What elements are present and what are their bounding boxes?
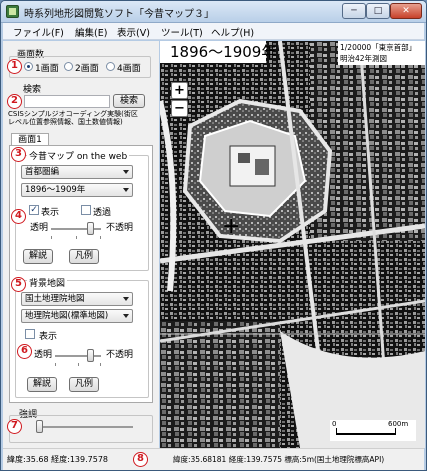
radio-2-screens-label: 2画面 [75, 64, 99, 74]
map-scale-info: 1/20000「東京首部」 [340, 43, 417, 52]
marker-1: 1 [7, 59, 22, 74]
zoom-in-button[interactable]: + [171, 82, 188, 99]
search-note-line2: レベル位置参照情報、国土数値情報) [8, 118, 123, 126]
crosshair-icon: + [222, 214, 241, 239]
search-button[interactable]: 検索 [113, 94, 145, 108]
web-show-checkbox[interactable]: ✓ [29, 205, 39, 215]
marker-2: 2 [7, 94, 22, 109]
emphasis-slider[interactable] [36, 420, 43, 433]
scale-bar: 0 600m [330, 420, 416, 441]
tick [78, 363, 79, 366]
minimize-button[interactable]: ─ [342, 3, 366, 19]
search-label: 検索 [23, 85, 42, 95]
web-transparent-checkbox[interactable] [81, 205, 91, 215]
zoom-out-button[interactable]: − [171, 100, 188, 117]
marker-3: 3 [11, 147, 26, 162]
tick [100, 236, 101, 239]
control-panel: 画面数 1 1画面 2画面 4画面 検索 2 検索 CSISシンプルジオコーディ… [3, 41, 159, 448]
bg-legend-button[interactable]: 解説 [27, 377, 57, 392]
map-image [160, 41, 425, 448]
region-select-value: 首都圏編 [25, 167, 60, 177]
web-opacity-slider[interactable] [87, 222, 94, 235]
window-title: 時系列地形図閲覧ソフト「今昔マップ３」 [24, 9, 214, 20]
chevron-down-icon [123, 297, 129, 301]
radio-1-screen[interactable] [24, 62, 33, 71]
tick [55, 363, 56, 366]
radio-1-screen-label: 1画面 [35, 64, 59, 74]
bg-transparent-text: 透明 [34, 350, 53, 360]
bg-opacity-slider[interactable] [87, 349, 94, 362]
app-icon [6, 5, 19, 18]
bg-layer-value: 地理院地図(標準地図) [25, 311, 109, 321]
period-select-value: 1896〜1909年 [25, 185, 86, 195]
status-bar: 緯度:35.68 経度:139.7578 8 緯度:35.68181 経度:13… [3, 448, 424, 470]
tick [51, 236, 52, 239]
web-example-button[interactable]: 凡例 [69, 249, 99, 264]
scale-end: 600m [388, 420, 409, 428]
bg-source-value: 国土地理院地図 [25, 294, 85, 304]
map-info-box: 1/20000「東京首部」 明治42年測図 [338, 41, 425, 65]
map-view[interactable]: 1896〜1909年 1/20000「東京首部」 明治42年測図 + − + 0… [160, 41, 425, 448]
maximize-button[interactable]: □ [366, 3, 390, 19]
web-opaque-text: 不透明 [106, 223, 134, 233]
period-select[interactable]: 1896〜1909年 [21, 183, 133, 197]
web-transparent-label: 透過 [93, 208, 112, 218]
radio-4-screens[interactable] [106, 62, 115, 71]
scale-line [336, 433, 396, 435]
app-window: 時系列地形図閲覧ソフト「今昔マップ３」 ─ □ ✕ ファイル(F) 編集(E) … [0, 0, 427, 471]
status-right: 緯度:35.68181 経度:139.7575 標高:5m(国土地理院標高API… [173, 455, 385, 464]
chevron-down-icon [123, 188, 129, 192]
region-select[interactable]: 首都圏編 [21, 165, 133, 179]
status-left: 緯度:35.68 経度:139.7578 [7, 455, 109, 464]
menu-help[interactable]: ヘルプ(H) [211, 25, 254, 39]
tick [100, 363, 101, 366]
scale-start: 0 [332, 420, 337, 428]
bg-opaque-text: 不透明 [106, 350, 134, 360]
chevron-down-icon [123, 170, 129, 174]
web-legend-button[interactable]: 解説 [23, 249, 53, 264]
title-bar[interactable]: 時系列地形図閲覧ソフト「今昔マップ３」 ─ □ ✕ [1, 1, 426, 23]
menu-tools[interactable]: ツール(T) [161, 25, 203, 39]
close-button[interactable]: ✕ [390, 3, 422, 19]
chevron-down-icon [123, 314, 129, 318]
tick [76, 236, 77, 239]
scale-tick [395, 428, 396, 434]
marker-7: 7 [7, 419, 22, 434]
marker-5: 5 [11, 277, 26, 292]
bg-opacity-track [55, 355, 101, 357]
web-transparent-text: 透明 [30, 223, 49, 233]
menu-file[interactable]: ファイル(F) [13, 25, 64, 39]
bg-show-label: 表示 [39, 332, 58, 342]
web-map-label: 今昔マップ on the web [27, 149, 130, 162]
scale-tick [336, 428, 337, 434]
menu-view[interactable]: 表示(V) [117, 25, 150, 39]
search-input[interactable] [24, 95, 110, 108]
menu-edit[interactable]: 編集(E) [75, 25, 107, 39]
map-period-title: 1896〜1909年 [160, 41, 276, 63]
map-survey-info: 明治42年測図 [340, 54, 388, 63]
bg-layer-select[interactable]: 地理院地図(標準地図) [21, 309, 133, 323]
marker-8: 8 [133, 452, 148, 467]
background-map-label: 背景地図 [27, 276, 68, 289]
bg-example-button[interactable]: 凡例 [69, 377, 99, 392]
emphasis-track [37, 426, 133, 428]
radio-4-screens-label: 4画面 [117, 64, 141, 74]
radio-2-screens[interactable] [64, 62, 73, 71]
menu-bar: ファイル(F) 編集(E) 表示(V) ツール(T) ヘルプ(H) [3, 23, 424, 40]
marker-4: 4 [11, 209, 26, 224]
bg-source-select[interactable]: 国土地理院地図 [21, 292, 133, 306]
emphasis-group [9, 415, 153, 443]
marker-6: 6 [17, 344, 32, 359]
bg-show-checkbox[interactable] [25, 329, 35, 339]
web-show-label: 表示 [41, 208, 60, 218]
